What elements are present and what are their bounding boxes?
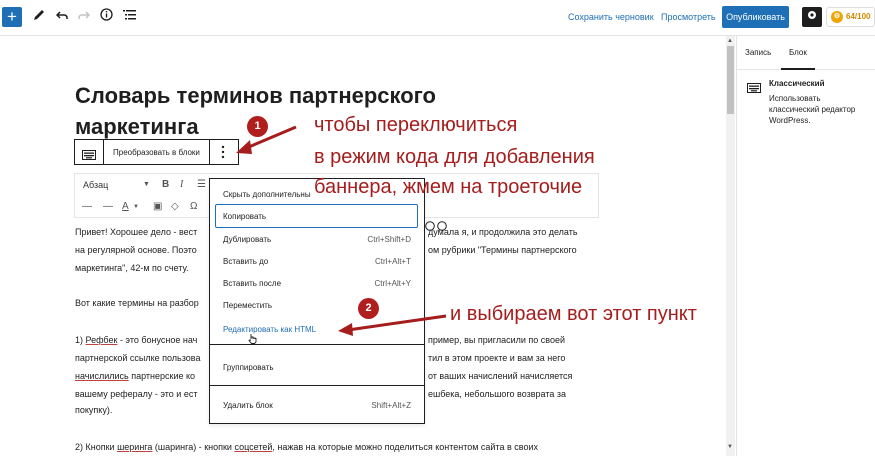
annotation-arrow-2 (338, 314, 447, 336)
annotation-arrows (236, 125, 447, 336)
annotation-arrow-1 (236, 125, 297, 154)
